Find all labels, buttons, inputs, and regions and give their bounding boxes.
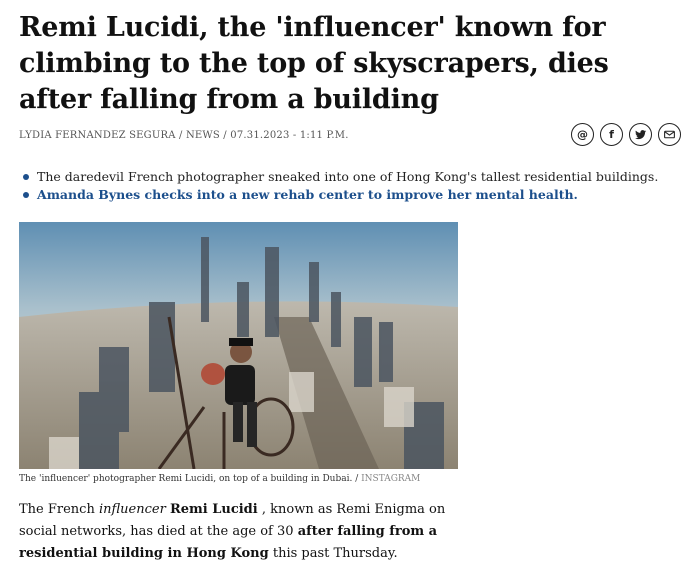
photo-credit: INSTAGRAM bbox=[361, 474, 421, 484]
summary-bullets: The daredevil French photographer sneake… bbox=[19, 168, 658, 204]
share-bar: @ f bbox=[571, 123, 681, 146]
article-photo bbox=[19, 222, 458, 469]
email-icon[interactable] bbox=[658, 123, 681, 146]
skyscraper-selfie-image bbox=[19, 222, 458, 469]
threads-icon[interactable]: @ bbox=[571, 123, 594, 146]
bullet-item: The daredevil French photographer sneake… bbox=[19, 168, 658, 186]
related-article-link[interactable]: Amanda Bynes checks into a new rehab cen… bbox=[19, 186, 658, 204]
photo-caption: The 'influencer' photographer Remi Lucid… bbox=[19, 474, 421, 484]
byline: LYDIA FERNANDEZ SEGURA / NEWS / 07.31.20… bbox=[19, 130, 349, 141]
article-headline: Remi Lucidi, the 'influencer' known for … bbox=[19, 12, 609, 115]
article-body: The French influencer Remi Lucidi , know… bbox=[19, 502, 446, 561]
facebook-icon[interactable]: f bbox=[600, 123, 623, 146]
twitter-icon[interactable] bbox=[629, 123, 652, 146]
